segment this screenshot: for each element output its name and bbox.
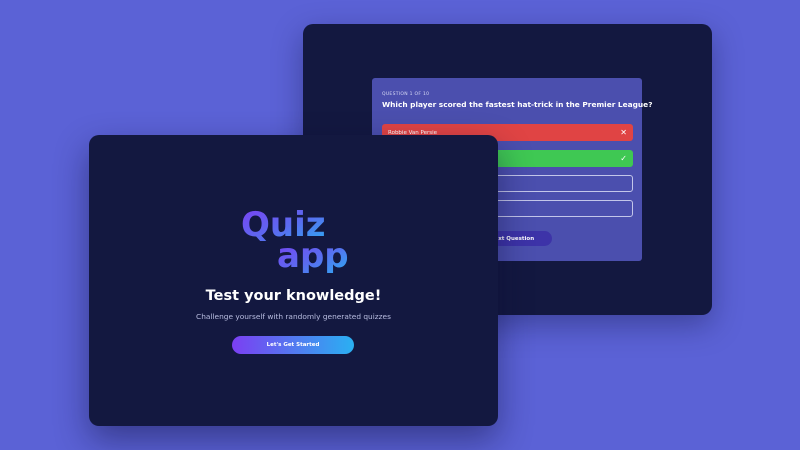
headline: Test your knowledge! [205,288,382,304]
subheadline: Challenge yourself with randomly generat… [196,312,391,321]
logo-line-2: app [277,236,349,273]
question-counter: QUESTION 1 OF 10 [382,92,430,97]
stage: QUESTION 1 OF 10 Which player scored the… [0,0,800,450]
quiz-app-logo: Quiz app [241,205,349,273]
question-text: Which player scored the fastest hat-tric… [382,100,653,109]
close-icon: ✕ [620,127,627,137]
get-started-button[interactable]: Let's Get Started [232,336,354,354]
landing-window: Quiz app Test your knowledge! Challenge … [89,135,498,426]
check-icon: ✓ [620,153,627,163]
